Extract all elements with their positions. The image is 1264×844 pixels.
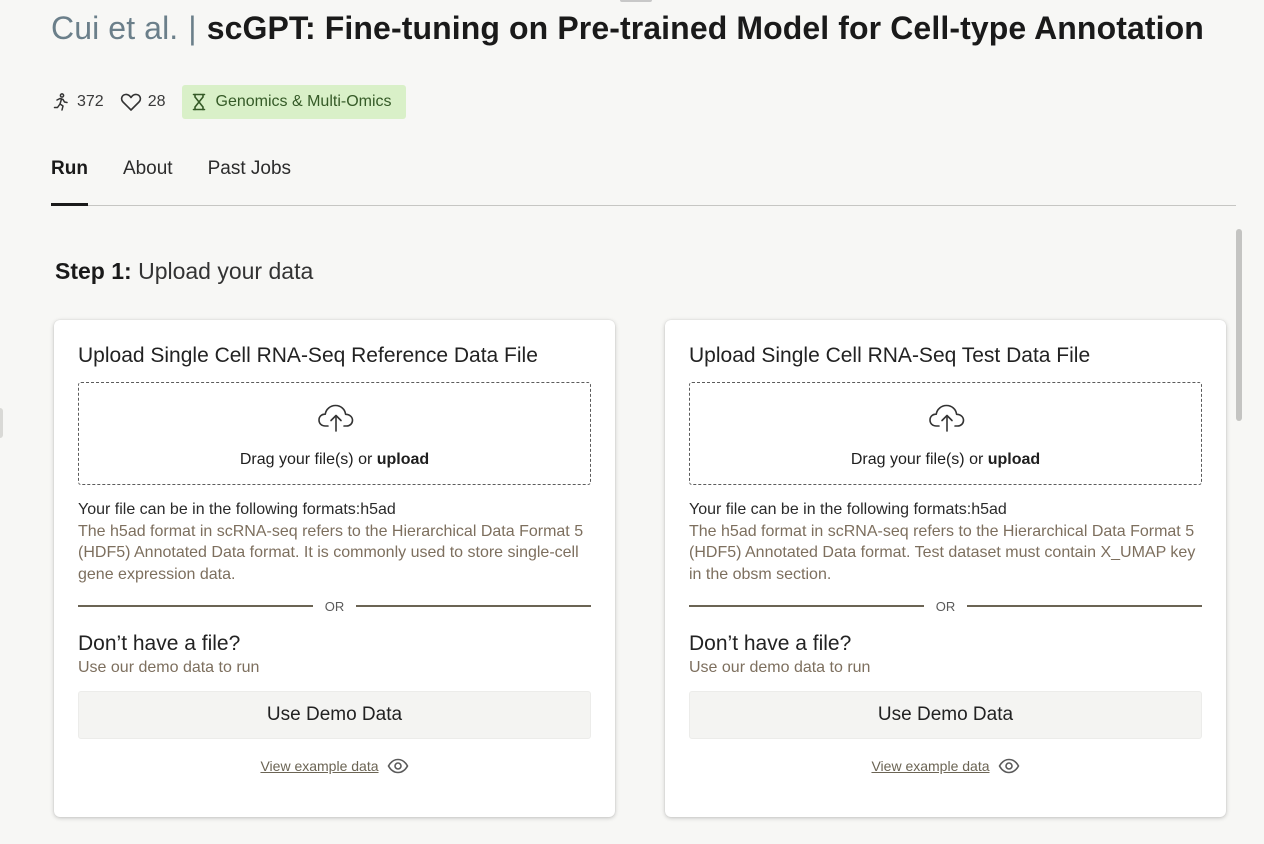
file-dropzone[interactable]: Drag your file(s) or upload (689, 382, 1202, 485)
runs-stat: 372 (51, 92, 104, 112)
dropzone-prompt: Drag your file(s) or (850, 451, 988, 468)
runs-count: 372 (77, 93, 104, 110)
view-example-link[interactable]: View example data (871, 758, 989, 774)
step-title: Upload your data (138, 258, 314, 284)
dropzone-text: Drag your file(s) or upload (79, 451, 590, 469)
view-example-row: View example data (54, 758, 615, 774)
tab-about[interactable]: About (123, 148, 173, 205)
or-divider: OR (689, 598, 1202, 614)
or-label: OR (935, 598, 956, 614)
use-demo-data-button[interactable]: Use Demo Data (689, 691, 1202, 739)
left-edge-handle (0, 408, 3, 438)
card-title: Upload Single Cell RNA-Seq Reference Dat… (78, 344, 538, 367)
page-title: Cui et al. | scGPT: Fine-tuning on Pre-t… (51, 8, 1204, 48)
view-example-row: View example data (665, 758, 1226, 774)
window-top-handle (620, 0, 652, 2)
divider-line (356, 605, 591, 607)
formats-info: Your file can be in the following format… (78, 499, 593, 585)
title-authors: Cui et al. (51, 9, 179, 46)
upload-link[interactable]: upload (377, 451, 429, 468)
scrollbar-thumb[interactable] (1236, 229, 1242, 421)
tab-past-jobs[interactable]: Past Jobs (208, 148, 291, 205)
test-upload-card: Upload Single Cell RNA-Seq Test Data Fil… (665, 320, 1226, 817)
step-prefix: Step 1: (55, 258, 132, 284)
use-demo-data-button[interactable]: Use Demo Data (78, 691, 591, 739)
tab-run[interactable]: Run (51, 148, 88, 206)
hourglass-icon (192, 93, 206, 111)
card-title: Upload Single Cell RNA-Seq Test Data Fil… (689, 344, 1091, 367)
no-file-heading: Don’t have a file? (78, 632, 241, 655)
upload-link[interactable]: upload (988, 451, 1040, 468)
formats-line: Your file can be in the following format… (78, 501, 396, 518)
reference-upload-card: Upload Single Cell RNA-Seq Reference Dat… (54, 320, 615, 817)
eye-icon[interactable] (998, 758, 1020, 774)
likes-stat[interactable]: 28 (120, 92, 166, 112)
dropzone-text: Drag your file(s) or upload (690, 451, 1201, 469)
or-label: OR (324, 598, 345, 614)
formats-line: Your file can be in the following format… (689, 501, 1007, 518)
cloud-upload-icon (317, 403, 355, 438)
view-example-link[interactable]: View example data (260, 758, 378, 774)
heart-icon[interactable] (120, 92, 142, 112)
title-separator: | (188, 9, 197, 46)
category-tag[interactable]: Genomics & Multi-Omics (181, 85, 406, 119)
meta-row: 372 28 Genomics & Multi-Omics (51, 85, 406, 119)
file-dropzone[interactable]: Drag your file(s) or upload (78, 382, 591, 485)
formats-description: The h5ad format in scRNA-seq refers to t… (689, 522, 1196, 583)
running-person-icon (51, 92, 71, 112)
dropzone-prompt: Drag your file(s) or (239, 451, 377, 468)
divider-line (967, 605, 1202, 607)
formats-description: The h5ad format in scRNA-seq refers to t… (78, 522, 584, 583)
category-label: Genomics & Multi-Omics (215, 93, 392, 110)
formats-info: Your file can be in the following format… (689, 499, 1204, 585)
likes-count: 28 (147, 93, 166, 110)
divider-line (78, 605, 313, 607)
divider-line (689, 605, 924, 607)
no-file-heading: Don’t have a file? (689, 632, 852, 655)
eye-icon[interactable] (387, 758, 409, 774)
demo-hint: Use our demo data to run (78, 659, 260, 676)
step-heading: Step 1: Upload your data (55, 258, 313, 285)
title-name: scGPT: Fine-tuning on Pre-trained Model … (206, 9, 1204, 46)
demo-hint: Use our demo data to run (689, 659, 871, 676)
tab-bar: Run About Past Jobs (51, 148, 1236, 206)
cloud-upload-icon (928, 403, 966, 438)
or-divider: OR (78, 598, 591, 614)
